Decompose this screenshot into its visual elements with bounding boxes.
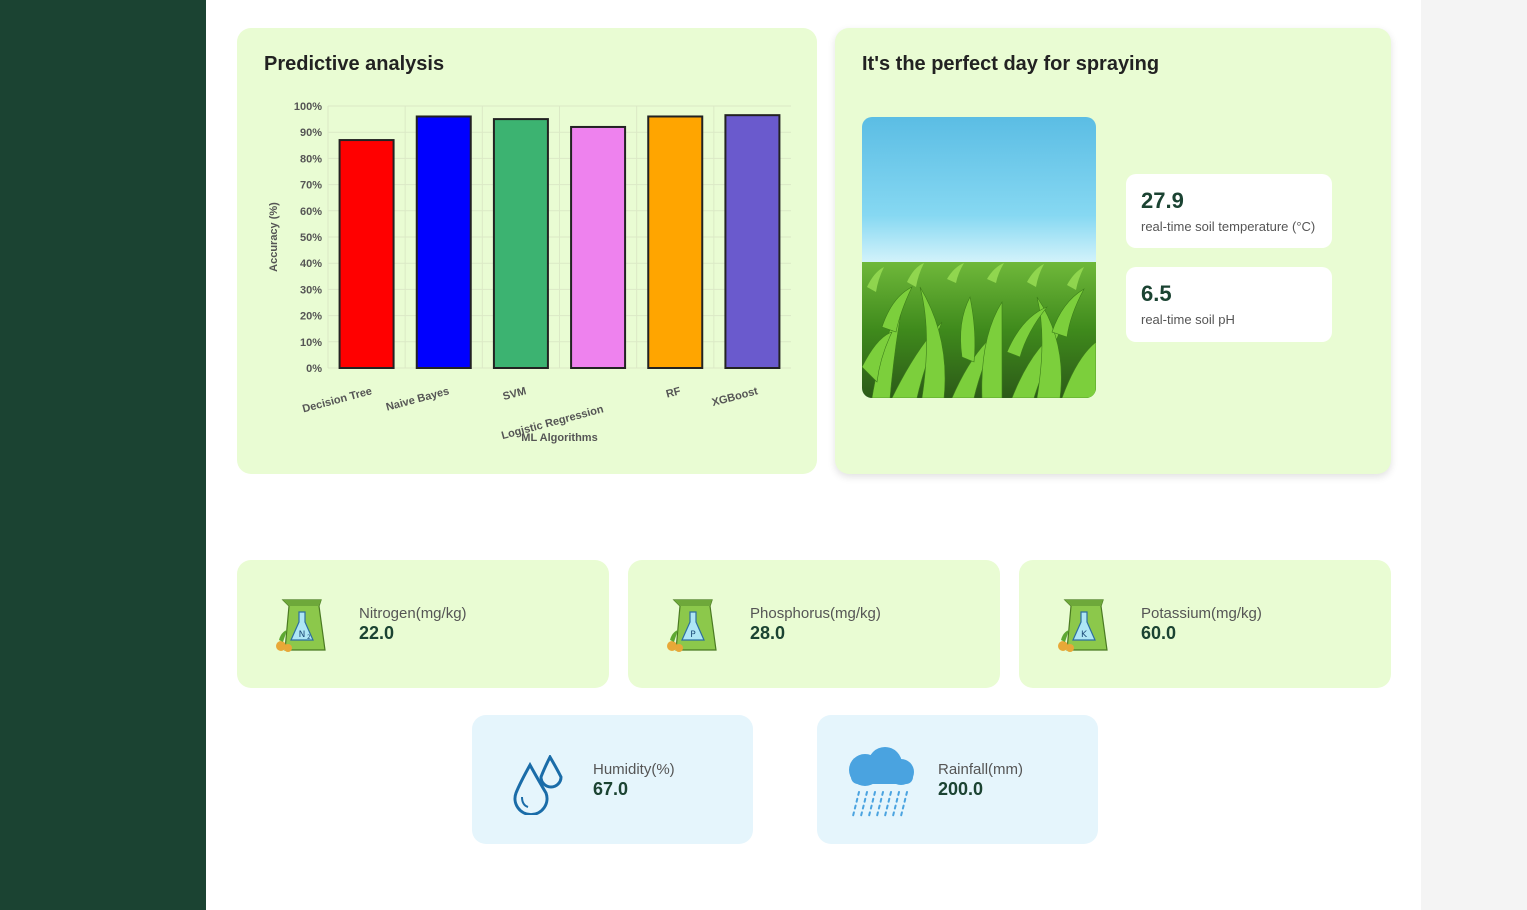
water-drops-icon <box>513 755 563 815</box>
rain-cloud-icon <box>849 747 914 817</box>
rainfall-stat: Rainfall(mm) 200.0 <box>938 762 1023 800</box>
crop-field-image <box>862 117 1096 398</box>
bar-logistic-regression <box>570 125 627 369</box>
nitrogen-value: 22.0 <box>359 623 395 643</box>
fertilizer-bag-icon: P <box>667 599 717 652</box>
phosphorus-value: 28.0 <box>750 623 786 643</box>
rainfall-value: 200.0 <box>938 779 984 799</box>
nitrogen-stat: Nitrogen(mg/kg) 22.0 <box>359 606 467 644</box>
x-tick-label: XGBoost <box>711 385 760 409</box>
bar-svm <box>492 118 549 369</box>
x-axis-title: ML Algorithms <box>521 432 597 444</box>
soil-ph-value: 6.5 <box>1141 281 1172 306</box>
soil-temperature-label: real-time soil temperature (°C) <box>1141 219 1316 234</box>
x-tick-label: RF <box>665 385 683 400</box>
potassium-stat: Potassium(mg/kg) 60.0 <box>1141 606 1262 644</box>
y-tick-label: 20% <box>300 311 322 323</box>
soil-ph-box: 6.5 real-time soil pH <box>1126 267 1332 342</box>
y-tick-label: 90% <box>300 127 322 139</box>
bar-rf <box>647 115 704 370</box>
rainfall-label: Rainfall(mm) <box>938 761 1024 778</box>
x-tick-label: Naive Bayes <box>385 385 451 413</box>
y-tick-label: 60% <box>300 206 322 218</box>
bar-naive-bayes <box>415 115 472 370</box>
soil-temperature-box: 27.9 real-time soil temperature (°C) <box>1126 174 1332 248</box>
fertilizer-bag-icon: K <box>1058 599 1108 652</box>
spraying-card: It's the perfect day for spraying 27.9 r… <box>835 28 1391 474</box>
phosphorus-stat: Phosphorus(mg/kg) 28.0 <box>750 606 881 644</box>
predictive-analysis-card: Predictive analysis 0% 10% 20% 30% 40% 50% 60%… <box>237 28 817 474</box>
y-tick-label: 0% <box>306 363 322 375</box>
right-gutter <box>1421 0 1527 910</box>
accuracy-bar-chart: 0% 10% 20% 30% 40% 50% 60% 70% 80% 90% 100% Decisio… <box>268 101 791 444</box>
sidebar <box>0 0 206 910</box>
humidity-card: Humidity(%) 67.0 <box>472 715 753 844</box>
phosphorus-symbol: P <box>690 630 696 640</box>
humidity-stat: Humidity(%) 67.0 <box>593 762 675 800</box>
phosphorus-card: P Phosphorus(mg/kg) 28.0 <box>628 560 1000 688</box>
potassium-value: 60.0 <box>1141 623 1177 643</box>
soil-temperature-value: 27.9 <box>1141 188 1184 213</box>
nitrogen-symbol: N <box>299 630 306 640</box>
y-tick-label: 70% <box>300 180 322 192</box>
y-tick-label: 100% <box>294 101 322 113</box>
rainfall-card: Rainfall(mm) 200.0 <box>817 715 1098 844</box>
nitrogen-card: N 2 Nitrogen(mg/kg) 22.0 <box>237 560 609 688</box>
spraying-card-title: It's the perfect day for spraying <box>862 53 1160 75</box>
potassium-label: Potassium(mg/kg) <box>1141 605 1262 622</box>
phosphorus-label: Phosphorus(mg/kg) <box>750 605 881 622</box>
y-tick-label: 40% <box>300 258 322 270</box>
nitrogen-subscript: 2 <box>307 634 311 641</box>
bar-decision-tree <box>338 139 395 369</box>
main-content: Predictive analysis 0% 10% 20% 30% 40% 50% 60%… <box>206 0 1421 910</box>
bar-xgboost <box>724 114 781 369</box>
y-tick-label: 50% <box>300 232 322 244</box>
humidity-value: 67.0 <box>593 779 629 799</box>
fertilizer-bag-icon: N 2 <box>276 599 326 652</box>
nitrogen-label: Nitrogen(mg/kg) <box>359 605 467 622</box>
y-axis-title: Accuracy (%) <box>268 202 280 272</box>
potassium-card: K Potassium(mg/kg) 60.0 <box>1019 560 1391 688</box>
y-tick-label: 10% <box>300 337 322 349</box>
humidity-label: Humidity(%) <box>593 761 675 778</box>
x-tick-label: SVM <box>502 385 528 403</box>
y-tick-label: 30% <box>300 284 322 296</box>
soil-ph-label: real-time soil pH <box>1141 312 1235 327</box>
x-tick-label: Decision Tree <box>301 385 373 415</box>
y-tick-label: 80% <box>300 153 322 165</box>
